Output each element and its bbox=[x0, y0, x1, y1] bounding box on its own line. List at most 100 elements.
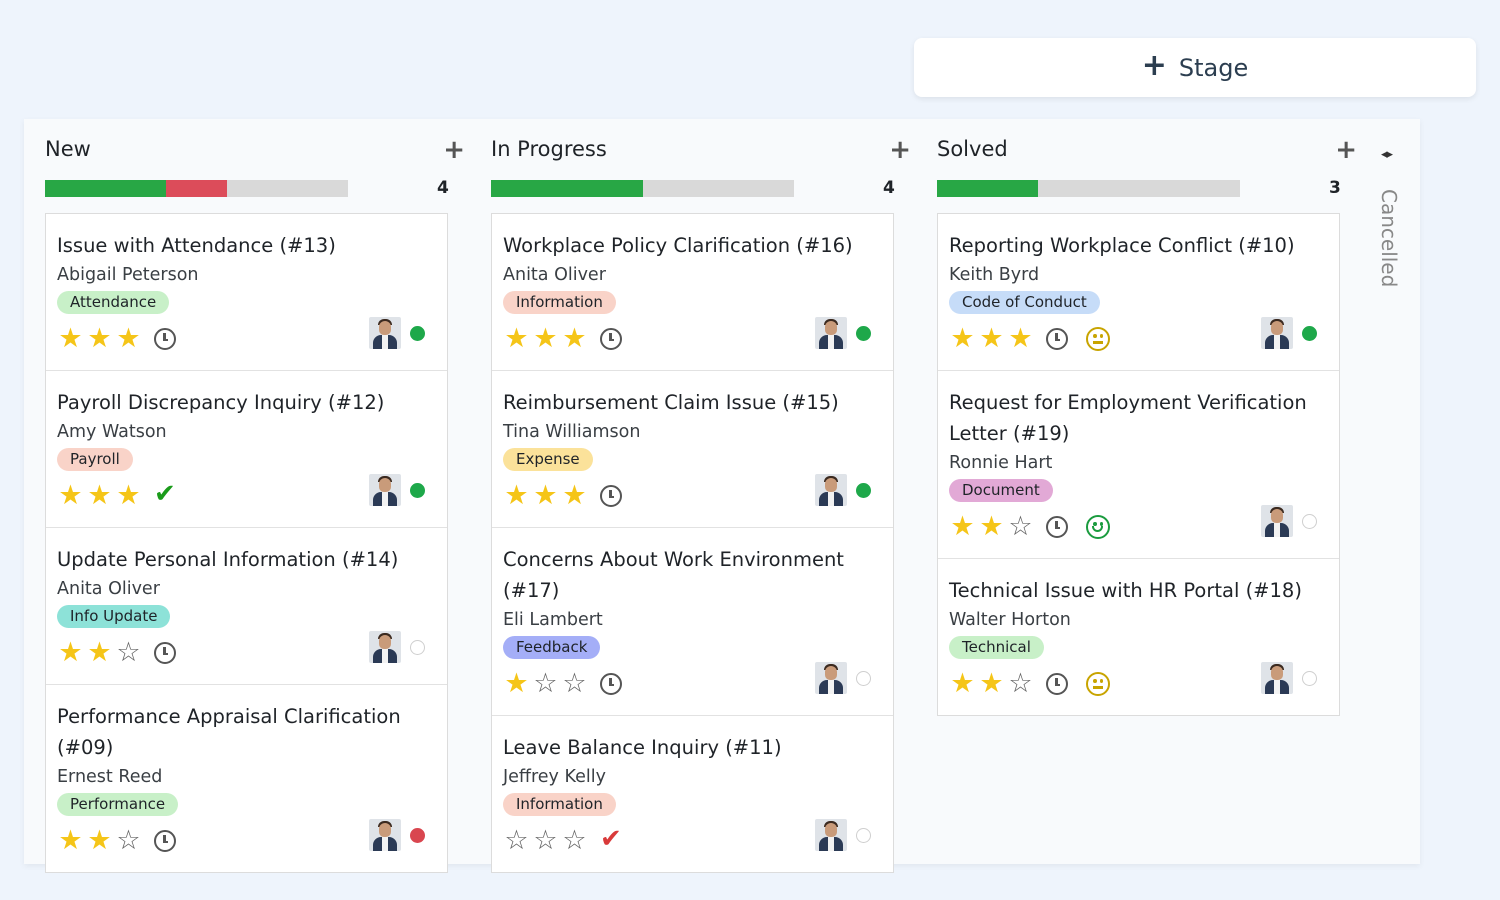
column-title[interactable]: New bbox=[45, 137, 91, 161]
assignee-avatar[interactable] bbox=[369, 819, 401, 851]
star-filled-icon[interactable]: ★ bbox=[86, 325, 113, 352]
assignee-avatar[interactable] bbox=[815, 317, 847, 349]
star-filled-icon[interactable]: ★ bbox=[949, 513, 976, 540]
assignee-avatar[interactable] bbox=[369, 631, 401, 663]
assignee-avatar[interactable] bbox=[369, 317, 401, 349]
status-dot[interactable] bbox=[856, 671, 871, 686]
card-employee-name: Abigail Peterson bbox=[57, 265, 199, 285]
star-filled-icon[interactable]: ★ bbox=[1007, 325, 1034, 352]
card-tag: Information bbox=[503, 291, 616, 314]
star-empty-icon[interactable]: ☆ bbox=[532, 670, 559, 697]
card-footer: ★ ☆ ☆ bbox=[503, 661, 882, 705]
activity-done-check-icon[interactable]: ✔ bbox=[154, 479, 176, 509]
star-filled-icon[interactable]: ★ bbox=[561, 482, 588, 509]
star-filled-icon[interactable]: ★ bbox=[86, 827, 113, 854]
activity-clock-icon[interactable] bbox=[1046, 516, 1068, 538]
star-filled-icon[interactable]: ★ bbox=[57, 325, 84, 352]
card-employee-name: Anita Oliver bbox=[503, 265, 606, 285]
column-progress-bar[interactable] bbox=[937, 180, 1240, 197]
kanban-card[interactable]: Update Personal Information (#14) Anita O… bbox=[46, 528, 447, 685]
column-progress-bar[interactable] bbox=[45, 180, 348, 197]
status-dot[interactable] bbox=[856, 828, 871, 843]
add-stage-button[interactable]: + Stage bbox=[914, 38, 1476, 97]
activity-clock-icon[interactable] bbox=[1046, 673, 1068, 695]
star-filled-icon[interactable]: ★ bbox=[949, 325, 976, 352]
status-dot[interactable] bbox=[856, 326, 871, 341]
status-dot[interactable] bbox=[1302, 671, 1317, 686]
star-filled-icon[interactable]: ★ bbox=[57, 482, 84, 509]
star-filled-icon[interactable]: ★ bbox=[115, 482, 142, 509]
status-dot[interactable] bbox=[410, 828, 425, 843]
star-empty-icon[interactable]: ☆ bbox=[1007, 670, 1034, 697]
assignee-avatar[interactable] bbox=[815, 819, 847, 851]
star-filled-icon[interactable]: ★ bbox=[978, 513, 1005, 540]
star-empty-icon[interactable]: ☆ bbox=[115, 827, 142, 854]
folded-column-cancelled[interactable]: ◂▸ Cancelled bbox=[1377, 147, 1409, 307]
quick-create-plus-icon[interactable]: + bbox=[443, 135, 465, 165]
star-empty-icon[interactable]: ☆ bbox=[1007, 513, 1034, 540]
assignee-avatar[interactable] bbox=[1261, 505, 1293, 537]
kanban-card[interactable]: Technical Issue with HR Portal (#18) Walt… bbox=[938, 559, 1339, 715]
column-title[interactable]: Solved bbox=[937, 137, 1008, 161]
column-progress-bar[interactable] bbox=[491, 180, 794, 197]
kanban-card[interactable]: Performance Appraisal Clarification (#09… bbox=[46, 685, 447, 872]
star-empty-icon[interactable]: ☆ bbox=[561, 827, 588, 854]
kanban-card[interactable]: Concerns About Work Environment (#17) Eli… bbox=[492, 528, 893, 716]
assignee-avatar[interactable] bbox=[369, 474, 401, 506]
star-empty-icon[interactable]: ☆ bbox=[503, 827, 530, 854]
star-filled-icon[interactable]: ★ bbox=[503, 670, 530, 697]
star-filled-icon[interactable]: ★ bbox=[561, 325, 588, 352]
activity-clock-icon[interactable] bbox=[1046, 328, 1068, 350]
status-dot[interactable] bbox=[856, 483, 871, 498]
kanban-card[interactable]: Request for Employment Verification Lett… bbox=[938, 371, 1339, 559]
star-filled-icon[interactable]: ★ bbox=[86, 482, 113, 509]
folded-column-label[interactable]: Cancelled bbox=[1377, 189, 1401, 287]
activity-clock-icon[interactable] bbox=[600, 328, 622, 350]
star-filled-icon[interactable]: ★ bbox=[503, 482, 530, 509]
activity-overdue-check-icon[interactable]: ✔ bbox=[600, 824, 622, 854]
star-filled-icon[interactable]: ★ bbox=[532, 325, 559, 352]
progress-segment[interactable] bbox=[937, 180, 1038, 197]
progress-segment[interactable] bbox=[491, 180, 643, 197]
star-filled-icon[interactable]: ★ bbox=[86, 639, 113, 666]
kanban-card[interactable]: Workplace Policy Clarification (#16) Anit… bbox=[492, 214, 893, 371]
kanban-card[interactable]: Issue with Attendance (#13) Abigail Peter… bbox=[46, 214, 447, 371]
kanban-card[interactable]: Leave Balance Inquiry (#11) Jeffrey Kelly… bbox=[492, 716, 893, 872]
activity-clock-icon[interactable] bbox=[154, 642, 176, 664]
activity-clock-icon[interactable] bbox=[154, 830, 176, 852]
column-title[interactable]: In Progress bbox=[491, 137, 607, 161]
card-footer: ★ ★ ☆ bbox=[949, 661, 1328, 705]
kanban-card[interactable]: Payroll Discrepancy Inquiry (#12) Amy Wat… bbox=[46, 371, 447, 528]
status-dot[interactable] bbox=[410, 326, 425, 341]
star-filled-icon[interactable]: ★ bbox=[978, 670, 1005, 697]
progress-segment[interactable] bbox=[166, 180, 227, 197]
expand-arrows-icon[interactable]: ◂▸ bbox=[1381, 147, 1393, 162]
star-filled-icon[interactable]: ★ bbox=[503, 325, 530, 352]
quick-create-plus-icon[interactable]: + bbox=[1335, 135, 1357, 165]
card-title: Technical Issue with HR Portal (#18) bbox=[949, 579, 1302, 602]
star-empty-icon[interactable]: ☆ bbox=[561, 670, 588, 697]
status-dot[interactable] bbox=[410, 483, 425, 498]
assignee-avatar[interactable] bbox=[815, 662, 847, 694]
kanban-card[interactable]: Reimbursement Claim Issue (#15) Tina Will… bbox=[492, 371, 893, 528]
assignee-avatar[interactable] bbox=[1261, 317, 1293, 349]
star-filled-icon[interactable]: ★ bbox=[532, 482, 559, 509]
assignee-avatar[interactable] bbox=[1261, 662, 1293, 694]
quick-create-plus-icon[interactable]: + bbox=[889, 135, 911, 165]
status-dot[interactable] bbox=[410, 640, 425, 655]
star-filled-icon[interactable]: ★ bbox=[57, 639, 84, 666]
activity-clock-icon[interactable] bbox=[600, 485, 622, 507]
activity-clock-icon[interactable] bbox=[154, 328, 176, 350]
status-dot[interactable] bbox=[1302, 514, 1317, 529]
star-filled-icon[interactable]: ★ bbox=[949, 670, 976, 697]
star-filled-icon[interactable]: ★ bbox=[57, 827, 84, 854]
status-dot[interactable] bbox=[1302, 326, 1317, 341]
star-filled-icon[interactable]: ★ bbox=[978, 325, 1005, 352]
assignee-avatar[interactable] bbox=[815, 474, 847, 506]
star-filled-icon[interactable]: ★ bbox=[115, 325, 142, 352]
activity-clock-icon[interactable] bbox=[600, 673, 622, 695]
star-empty-icon[interactable]: ☆ bbox=[115, 639, 142, 666]
progress-segment[interactable] bbox=[45, 180, 167, 197]
kanban-card[interactable]: Reporting Workplace Conflict (#10) Keith … bbox=[938, 214, 1339, 371]
star-empty-icon[interactable]: ☆ bbox=[532, 827, 559, 854]
